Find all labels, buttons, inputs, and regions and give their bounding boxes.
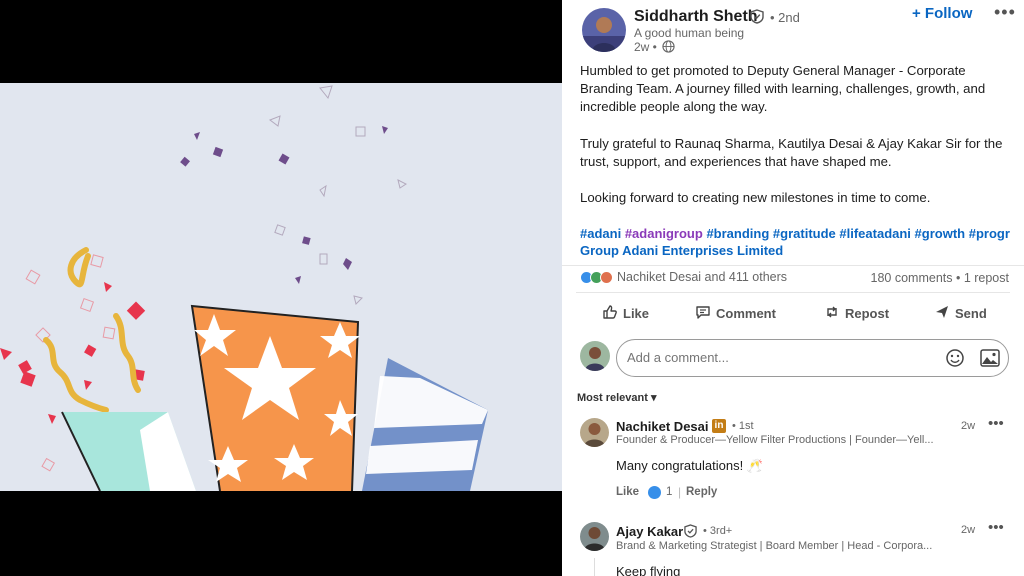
post-time: 2w • xyxy=(634,40,657,54)
hashtag-link[interactable]: #branding xyxy=(706,226,769,241)
post-panel: Siddharth Sheth • 2nd A good human being… xyxy=(562,0,1024,576)
post-paragraph: Looking forward to creating new mileston… xyxy=(580,190,931,206)
thumbs-up-icon xyxy=(602,304,623,323)
hashtag-link[interactable]: #progr xyxy=(969,226,1010,241)
more-options-button[interactable]: ••• xyxy=(994,2,1016,23)
commenter-avatar[interactable] xyxy=(580,522,609,551)
comment-box[interactable] xyxy=(616,339,1009,377)
comment-time: 2w xyxy=(961,420,976,432)
comment-like-button[interactable]: Like xyxy=(616,486,639,498)
commenter-avatar[interactable] xyxy=(580,418,609,447)
current-user-avatar[interactable] xyxy=(580,341,610,371)
hashtag-link[interactable]: #adanigroup xyxy=(625,226,703,241)
comment-reply-button[interactable]: Reply xyxy=(686,486,717,498)
orange-gift-box xyxy=(190,304,360,492)
verified-shield-icon xyxy=(750,9,764,29)
follow-button[interactable]: + Follow xyxy=(912,5,972,22)
like-label: Like xyxy=(623,306,650,321)
hashtag-link[interactable]: #adani xyxy=(580,226,621,241)
author-headline: A good human being xyxy=(634,26,745,40)
repost-button[interactable]: Repost xyxy=(824,304,889,323)
sort-dropdown[interactable]: Most relevant ▾ xyxy=(577,391,657,404)
post-actions-bar: Like Comment Repost Send xyxy=(562,298,1024,330)
commenter-degree: • 3rd+ xyxy=(703,525,733,537)
commenter-headline: Founder & Producer—Yellow Filter Product… xyxy=(616,434,934,446)
author-name[interactable]: Siddharth Sheth xyxy=(634,8,758,26)
comment-input[interactable] xyxy=(627,350,927,365)
send-plane-icon xyxy=(934,304,955,323)
hashtag-link[interactable]: #growth xyxy=(915,226,966,241)
reaction-icons xyxy=(580,270,613,284)
divider xyxy=(562,265,1024,266)
repost-label: Repost xyxy=(845,306,890,321)
comment-label: Comment xyxy=(716,306,776,321)
author-avatar[interactable] xyxy=(582,8,626,52)
repost-arrows-icon xyxy=(824,304,845,323)
hashtags: #adani #adanigroup #branding #gratitude … xyxy=(580,225,1024,243)
love-reaction-icon xyxy=(600,270,613,284)
comment-time: 2w xyxy=(961,524,976,536)
reactions-text[interactable]: Nachiket Desai and 411 others xyxy=(617,270,787,284)
emoji-icon[interactable] xyxy=(945,348,965,373)
like-button[interactable]: Like xyxy=(602,304,649,323)
comment-text: Keep flying xyxy=(616,564,681,576)
comment-more-button[interactable]: ••• xyxy=(988,415,1004,432)
divider xyxy=(576,292,1010,293)
comment-button[interactable]: Comment xyxy=(695,304,776,323)
speech-bubble-icon xyxy=(695,304,716,323)
comments-reposts-count[interactable]: 180 comments • 1 repost xyxy=(871,271,1009,285)
celebration-illustration xyxy=(0,83,562,492)
linkedin-premium-badge: in xyxy=(712,419,726,433)
commenter-degree: • 1st xyxy=(732,420,754,432)
reactions-summary[interactable]: Nachiket Desai and 411 others xyxy=(580,270,787,284)
comment-more-button[interactable]: ••• xyxy=(988,519,1004,536)
globe-icon xyxy=(662,40,675,58)
author-connection-degree: • 2nd xyxy=(770,10,800,25)
commenter-name[interactable]: Ajay Kakar xyxy=(616,524,683,539)
post-media[interactable] xyxy=(0,0,562,576)
like-reaction-icon xyxy=(648,486,661,499)
post-paragraph: Truly grateful to Raunaq Sharma, Kautily… xyxy=(580,135,1003,169)
post-body: Humbled to get promoted to Deputy Genera… xyxy=(580,62,1020,225)
group-link[interactable]: Group Adani Enterprises Limited xyxy=(580,243,783,258)
image-icon[interactable] xyxy=(980,349,1000,372)
comment-text: Many congratulations! 🥂 xyxy=(616,458,763,473)
post-paragraph: Humbled to get promoted to Deputy Genera… xyxy=(580,63,986,115)
commenter-name[interactable]: Nachiket Desai xyxy=(616,419,709,434)
hashtag-link[interactable]: #lifeatadani xyxy=(839,226,911,241)
thread-line xyxy=(594,558,595,576)
comment-like-count[interactable]: 1 xyxy=(666,486,672,498)
separator: | xyxy=(678,485,682,499)
send-button[interactable]: Send xyxy=(934,304,987,323)
commenter-headline: Brand & Marketing Strategist | Board Mem… xyxy=(616,540,933,552)
hashtag-link[interactable]: #gratitude xyxy=(773,226,836,241)
send-label: Send xyxy=(955,306,987,321)
